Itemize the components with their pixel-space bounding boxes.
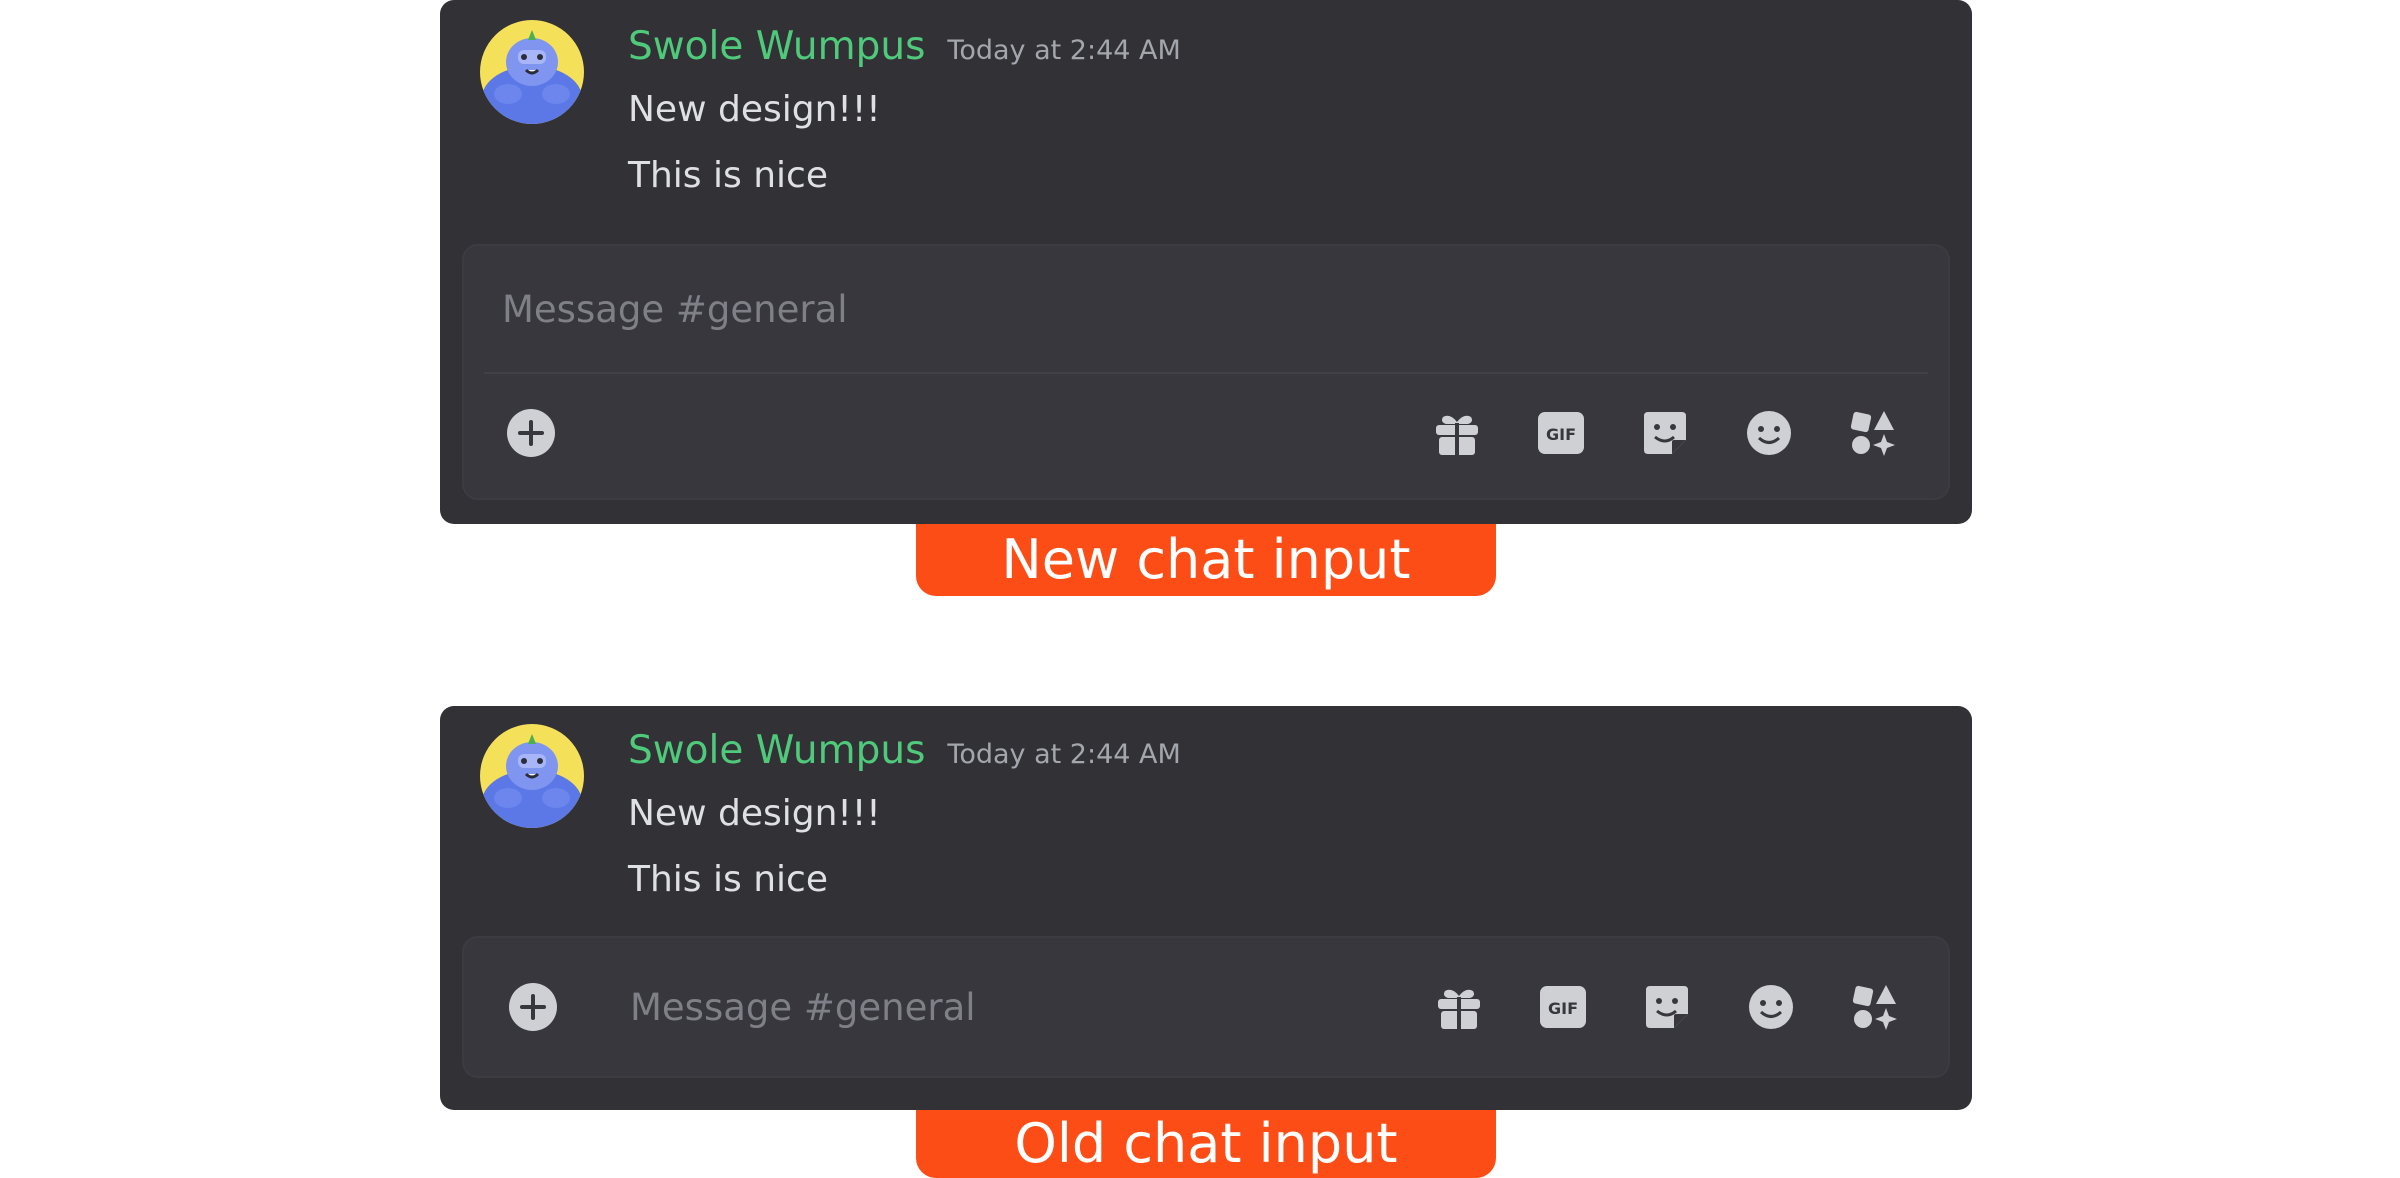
gift-icon[interactable] [1430,406,1484,460]
message-header: Swole Wumpus Today at 2:44 AM [628,724,1181,778]
old-design-label: Old chat input [916,1110,1496,1178]
plus-circle-icon[interactable] [506,980,560,1034]
username[interactable]: Swole Wumpus [628,724,925,778]
apps-icon[interactable] [1846,406,1900,460]
message-input[interactable]: Message #general [502,288,848,331]
avatar[interactable] [480,20,584,124]
divider [484,372,1928,374]
comparison-stage: Swole Wumpus Today at 2:44 AM New design… [0,0,2400,1178]
message: Swole Wumpus Today at 2:44 AM New design… [628,724,1181,902]
apps-icon[interactable] [1848,980,1902,1034]
gif-icon[interactable]: GIF [1534,406,1588,460]
emoji-icon[interactable] [1742,406,1796,460]
timestamp: Today at 2:44 AM [947,739,1181,770]
new-design-panel: Swole Wumpus Today at 2:44 AM New design… [440,0,1972,524]
timestamp: Today at 2:44 AM [947,35,1181,66]
gif-icon-text: GIF [1548,999,1578,1018]
message: Swole Wumpus Today at 2:44 AM New design… [628,20,1181,198]
gif-icon-text: GIF [1546,425,1576,444]
chat-input-box: Message #general GIF [462,936,1950,1078]
wumpus-avatar-icon [480,20,584,124]
new-design-label: New chat input [916,524,1496,596]
username[interactable]: Swole Wumpus [628,20,925,74]
sticker-icon[interactable] [1638,406,1692,460]
message-header: Swole Wumpus Today at 2:44 AM [628,20,1181,74]
gift-icon[interactable] [1432,980,1486,1034]
message-text: New design!!! [628,793,881,834]
message-text: This is nice [628,155,828,196]
message-text: New design!!! [628,89,881,130]
plus-circle-icon[interactable] [504,406,558,460]
old-design-panel: Swole Wumpus Today at 2:44 AM New design… [440,706,1972,1110]
gif-icon[interactable]: GIF [1536,980,1590,1034]
chat-input-box: Message #general GIF [462,244,1950,500]
sticker-icon[interactable] [1640,980,1694,1034]
message-input[interactable]: Message #general [630,986,976,1029]
message-text: This is nice [628,859,828,900]
avatar[interactable] [480,724,584,828]
wumpus-avatar-icon [480,724,584,828]
emoji-icon[interactable] [1744,980,1798,1034]
